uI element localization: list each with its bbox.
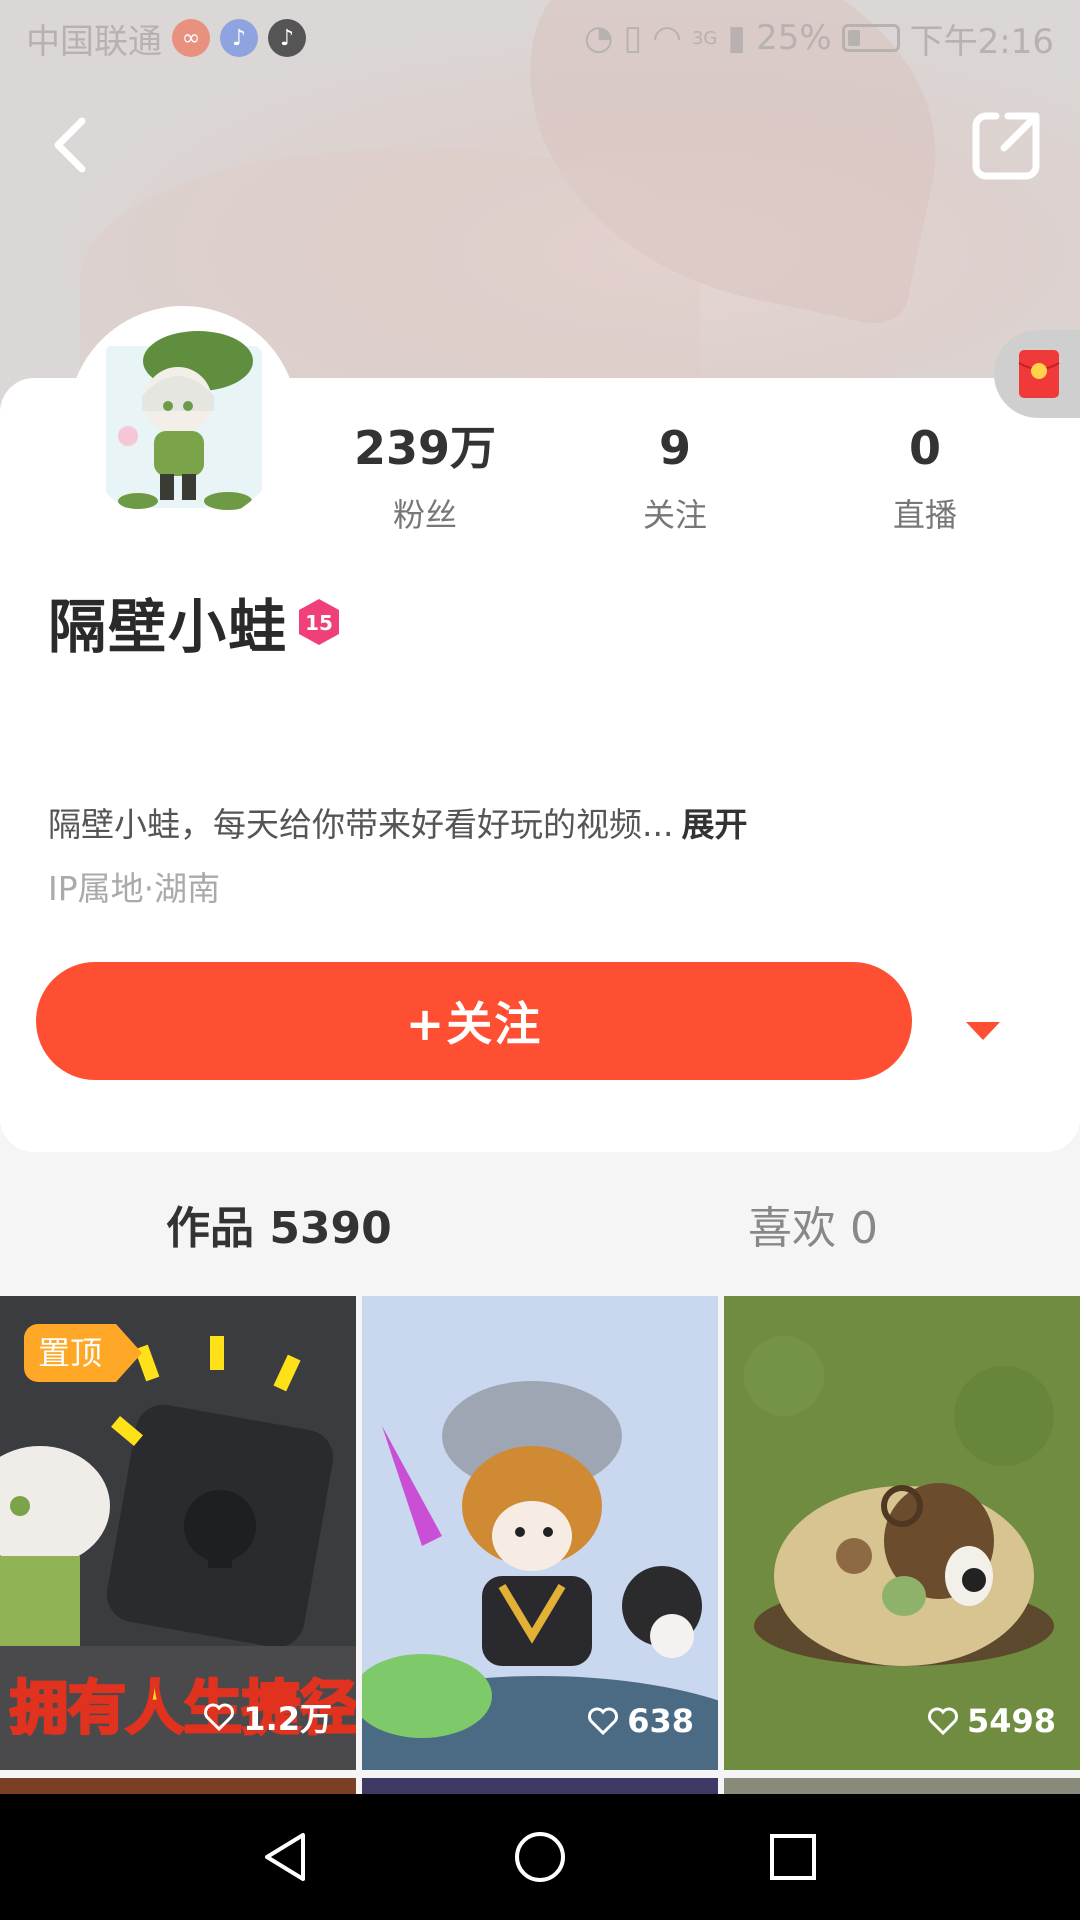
red-packet-button[interactable] bbox=[994, 330, 1080, 418]
pinned-badge: 置顶 bbox=[24, 1324, 143, 1382]
heart-icon bbox=[204, 1703, 235, 1732]
alarm-icon: ◔ bbox=[583, 18, 614, 58]
chevron-left-icon bbox=[54, 117, 86, 173]
share-icon bbox=[972, 112, 1040, 180]
ip-location: IP属地·湖南 bbox=[48, 869, 221, 908]
status-bar: 中国联通 ∞ ♪ ♪ ◔ ▯ ◠ 3G ▮ 25% 下午2:16 bbox=[0, 0, 1080, 76]
level-badge-icon: 15 bbox=[299, 599, 340, 645]
video-thumbnail-partial[interactable] bbox=[724, 1778, 1080, 1794]
like-count: 638 bbox=[587, 1702, 694, 1740]
tab-works[interactable]: 作品 5390 bbox=[166, 1192, 392, 1256]
stat-value: 239万 bbox=[353, 421, 497, 475]
bio-expand-link[interactable]: 展开 bbox=[681, 805, 747, 844]
heart-icon bbox=[927, 1707, 958, 1736]
name-row: 隔壁小蛙 15 bbox=[48, 580, 342, 664]
bio: 隔壁小蛙，每天给你带来好看好玩的视频... 展开 bbox=[48, 798, 747, 846]
bio-text: 隔壁小蛙，每天给你带来好看好玩的视频... bbox=[48, 805, 674, 844]
avatar-image bbox=[78, 316, 288, 526]
video-cover-image bbox=[724, 1296, 1080, 1770]
red-envelope-icon bbox=[1018, 350, 1060, 398]
like-count: 1.2万 bbox=[203, 1694, 332, 1740]
profile-stats: 239万 粉丝 9 关注 0 直播 bbox=[330, 418, 1050, 536]
nav-home-icon[interactable] bbox=[512, 1829, 568, 1885]
follow-button[interactable]: +关注 bbox=[36, 962, 912, 1080]
video-thumbnail-partial[interactable] bbox=[362, 1778, 718, 1794]
app-notification-icon: ∞ bbox=[172, 19, 210, 57]
video-thumbnail[interactable]: 拥有人生捷径 置顶 1.2万 bbox=[0, 1296, 356, 1770]
stat-fans[interactable]: 239万 粉丝 bbox=[300, 418, 550, 536]
like-count-value: 5498 bbox=[966, 1702, 1056, 1740]
tiktok-icon: ♪ bbox=[268, 19, 306, 57]
stat-following[interactable]: 9 关注 bbox=[550, 418, 800, 536]
triangle-down-icon bbox=[966, 1022, 1000, 1040]
vibrate-icon: ▯ bbox=[623, 18, 643, 58]
heart-icon bbox=[588, 1707, 619, 1736]
like-count-value: 638 bbox=[627, 1702, 694, 1740]
network-type: 3G bbox=[691, 27, 718, 49]
nav-recents-icon[interactable] bbox=[765, 1829, 821, 1885]
video-thumbnail-partial[interactable] bbox=[0, 1778, 356, 1794]
video-thumbnail[interactable]: 5498 bbox=[724, 1296, 1080, 1770]
music-app-icon: ♪ bbox=[220, 19, 258, 57]
tab-likes[interactable]: 喜欢 0 bbox=[748, 1192, 878, 1256]
back-button[interactable] bbox=[40, 110, 100, 180]
nav-back-icon[interactable] bbox=[259, 1829, 315, 1885]
wifi-icon: ◠ bbox=[652, 18, 682, 58]
like-count-value: 1.2万 bbox=[243, 1700, 332, 1738]
stat-value: 9 bbox=[658, 421, 691, 475]
stat-label: 直播 bbox=[892, 496, 957, 534]
profile-name: 隔壁小蛙 bbox=[48, 593, 289, 661]
system-navigation-bar bbox=[0, 1794, 1080, 1920]
battery-icon bbox=[841, 24, 900, 52]
stat-live[interactable]: 0 直播 bbox=[800, 418, 1050, 536]
signal-icon: ▮ bbox=[727, 18, 747, 58]
share-button[interactable] bbox=[968, 108, 1044, 184]
stat-label: 粉丝 bbox=[392, 496, 457, 534]
stat-value: 0 bbox=[908, 421, 941, 475]
avatar bbox=[78, 316, 288, 526]
like-count: 5498 bbox=[927, 1702, 1056, 1740]
more-options-button[interactable] bbox=[960, 1010, 1006, 1050]
video-thumbnail[interactable]: 638 bbox=[362, 1296, 718, 1770]
level-number: 15 bbox=[305, 611, 333, 635]
avatar-frame[interactable] bbox=[68, 306, 298, 536]
stat-label: 关注 bbox=[642, 496, 707, 534]
content-tabs: 作品 5390 喜欢 0 bbox=[0, 1192, 1080, 1262]
video-cover-image bbox=[362, 1296, 718, 1770]
battery-percent: 25% bbox=[756, 18, 832, 58]
clock: 下午2:16 bbox=[909, 21, 1054, 62]
carrier-label: 中国联通 bbox=[26, 21, 162, 62]
